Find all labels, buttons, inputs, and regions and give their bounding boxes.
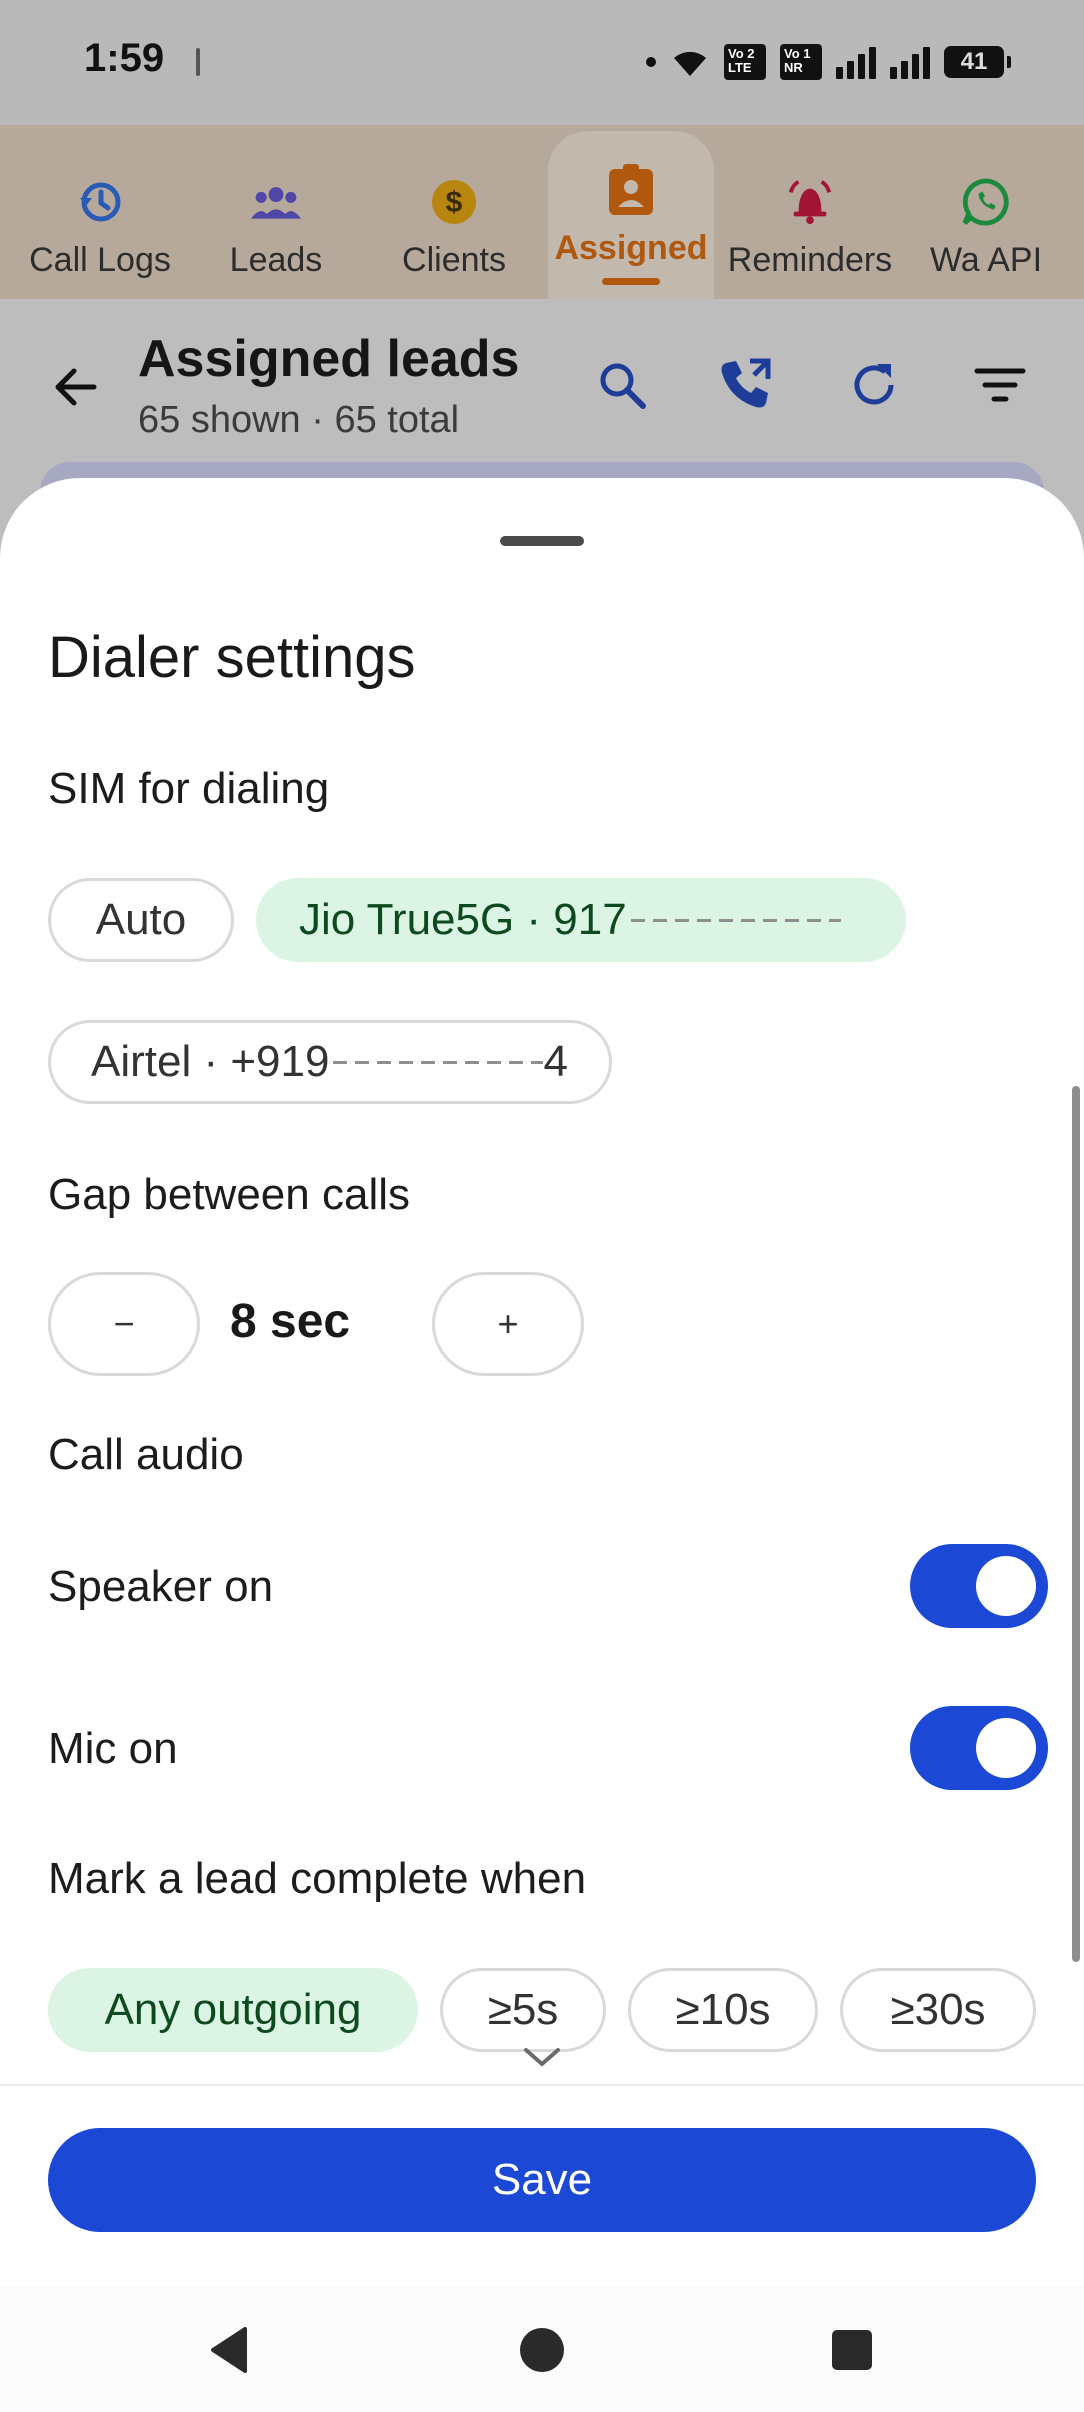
chip-label: ≥10s xyxy=(675,1985,771,2034)
sim-section-label: SIM for dialing xyxy=(48,764,330,813)
tab-label: Reminders xyxy=(727,241,893,279)
chip-label: Any outgoing xyxy=(104,1985,362,2034)
tab-label: Call Logs xyxy=(29,241,171,279)
alarm-bell-icon xyxy=(785,177,835,227)
filter-icon[interactable] xyxy=(970,355,1030,415)
back-arrow-icon[interactable] xyxy=(48,359,104,415)
signal-sim2-icon xyxy=(890,45,930,79)
tab-label: Clients xyxy=(402,241,506,279)
page-header: Assigned leads 65 shown · 65 total xyxy=(0,299,1084,479)
tab-leads[interactable]: Leads xyxy=(186,125,366,299)
dialer-settings-sheet: Dialer settings SIM for dialing Auto Jio… xyxy=(0,478,1084,2412)
history-icon xyxy=(75,177,125,227)
signal-sim1-icon xyxy=(836,45,876,79)
sim-option-airtel[interactable]: Airtel · +919 4 xyxy=(48,1020,612,1104)
tab-assigned[interactable]: Assigned xyxy=(548,131,714,299)
chip-label: ≥5s xyxy=(487,1985,559,2034)
page-title: Assigned leads xyxy=(138,330,520,388)
gap-value: 8 sec xyxy=(230,1295,351,1348)
complete-option-any-outgoing[interactable]: Any outgoing xyxy=(48,1968,418,2052)
toggle-knob xyxy=(976,1556,1036,1616)
footer-divider xyxy=(0,2084,1084,2086)
status-icons: Vo 2 LTE Vo 1 NR 41 xyxy=(646,40,1011,84)
refresh-icon[interactable] xyxy=(844,355,904,415)
status-time: 1:59 xyxy=(84,36,165,80)
assignment-ind-icon xyxy=(606,164,656,215)
gap-decrement-button[interactable]: − xyxy=(48,1272,200,1376)
plus-label: + xyxy=(497,1303,519,1344)
chevron-down-icon xyxy=(524,2048,560,2067)
nav-back-icon[interactable] xyxy=(200,2320,260,2380)
page-subtitle: 65 shown · 65 total xyxy=(138,399,460,441)
gap-increment-button[interactable]: + xyxy=(432,1272,584,1376)
complete-option-10s[interactable]: ≥10s xyxy=(628,1968,818,2052)
nav-home-icon[interactable] xyxy=(512,2320,572,2380)
chip-label: ≥30s xyxy=(890,1985,986,2034)
audio-section-label: Call audio xyxy=(48,1430,244,1479)
battery-icon: 41 xyxy=(944,46,1011,78)
tab-clients[interactable]: $ Clients xyxy=(362,125,546,299)
dollar-coin-icon: $ xyxy=(429,177,479,227)
complete-option-5s[interactable]: ≥5s xyxy=(440,1968,606,2052)
mic-toggle[interactable] xyxy=(910,1706,1048,1790)
status-bar: 1:59 Vo 2 LTE Vo 1 NR 41 xyxy=(0,0,1084,125)
tab-wa-api[interactable]: Wa API xyxy=(896,125,1076,299)
wifi-icon xyxy=(674,51,706,76)
tab-call-logs[interactable]: Call Logs xyxy=(10,125,190,299)
speaker-label: Speaker on xyxy=(48,1562,274,1611)
sheet-title: Dialer settings xyxy=(48,625,416,690)
notification-icon xyxy=(196,48,200,76)
dot-icon xyxy=(646,57,656,67)
active-tab-indicator xyxy=(602,278,660,285)
minus-label: − xyxy=(113,1303,135,1344)
masked-number xyxy=(630,905,841,935)
sim1-volte-badge: Vo 2 LTE xyxy=(724,44,766,80)
sim2-volte-badge: Vo 1 NR xyxy=(780,44,822,80)
tab-label: Assigned xyxy=(554,229,708,267)
gap-section-label: Gap between calls xyxy=(48,1170,410,1219)
sim-option-auto[interactable]: Auto xyxy=(48,878,234,962)
chip-label: Auto xyxy=(95,895,187,944)
masked-number xyxy=(333,1047,544,1077)
tab-label: Leads xyxy=(229,241,323,279)
group-icon xyxy=(251,177,301,227)
svg-text:$: $ xyxy=(446,186,463,219)
toggle-knob xyxy=(976,1718,1036,1778)
top-tab-bar: Call Logs Leads $ Clients Assigned Remin… xyxy=(0,125,1084,299)
masked-suffix: 4 xyxy=(543,1037,568,1086)
complete-section-label: Mark a lead complete when xyxy=(48,1854,587,1903)
scrollbar[interactable] xyxy=(1072,1086,1080,1962)
chip-label: Airtel · +919 xyxy=(91,1037,330,1086)
system-nav-bar xyxy=(0,2286,1084,2412)
tab-label: Wa API xyxy=(929,241,1043,279)
save-button[interactable]: Save xyxy=(48,2128,1036,2232)
speaker-toggle[interactable] xyxy=(910,1544,1048,1628)
phone-forward-icon[interactable] xyxy=(716,355,776,415)
tab-reminders[interactable]: Reminders xyxy=(720,125,900,299)
nav-recents-icon[interactable] xyxy=(822,2320,882,2380)
mic-label: Mic on xyxy=(48,1724,178,1773)
drag-handle[interactable] xyxy=(500,536,584,546)
whatsapp-icon xyxy=(961,177,1011,227)
sim-option-jio[interactable]: Jio True5G · 917 xyxy=(256,878,906,962)
complete-option-30s[interactable]: ≥30s xyxy=(840,1968,1036,2052)
search-icon[interactable] xyxy=(592,355,652,415)
save-label: Save xyxy=(491,2155,593,2204)
chip-label: Jio True5G · 917 xyxy=(299,895,627,944)
